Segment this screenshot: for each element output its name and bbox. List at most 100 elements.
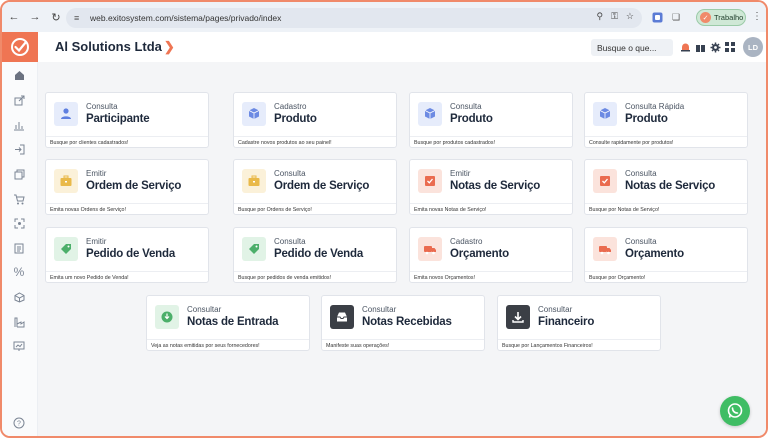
card-title: Ordem de Serviço xyxy=(86,180,182,192)
dashboard-main: Consulta Participante Busque por clientes … xyxy=(38,62,766,436)
percent-icon[interactable]: % xyxy=(12,265,26,279)
tag-icon xyxy=(242,237,266,261)
user-avatar[interactable]: LD xyxy=(743,37,763,57)
package-icon[interactable] xyxy=(12,290,26,304)
card-subtitle: Consulta xyxy=(625,169,657,178)
card-title: Notas de Serviço xyxy=(625,180,716,192)
shortcut-card[interactable]: Consulta Ordem de Serviço Busque por Orden… xyxy=(233,159,397,215)
shortcut-card[interactable]: Cadastro Orçamento Emita novos Orçamentos! xyxy=(409,227,573,283)
card-title: Notas Recebidas xyxy=(362,316,452,328)
card-subtitle: Emitir xyxy=(86,169,107,178)
card-subtitle: Consulta Rápida xyxy=(625,102,685,111)
shortcut-card[interactable]: Emitir Pedido de Venda Emita um novo Pedid… xyxy=(45,227,209,283)
apps-grid-icon[interactable] xyxy=(724,41,736,53)
document-icon[interactable] xyxy=(12,241,26,255)
card-description: Consulte rapidamente por produtos! xyxy=(585,136,747,148)
card-title: Notas de Entrada xyxy=(187,316,279,328)
app-logo-icon[interactable] xyxy=(2,32,38,62)
truck-icon xyxy=(418,237,442,261)
forward-icon[interactable]: → xyxy=(26,8,44,26)
card-description: Busque por Notas de Serviço! xyxy=(585,203,747,215)
card-title: Produto xyxy=(450,113,493,125)
box-icon xyxy=(418,102,442,126)
app-window: ← → ↻ ≡ web.exitosystem.com/sistema/page… xyxy=(0,0,768,438)
shortcut-card[interactable]: Consulta Produto Busque por produtos cadas… xyxy=(409,92,573,148)
whatsapp-chat-button[interactable] xyxy=(720,396,750,426)
card-description: Emita novas Notas de Serviço! xyxy=(410,203,572,215)
tag-icon xyxy=(54,237,78,261)
password-key-icon[interactable]: ⚿ xyxy=(611,11,618,22)
shortcut-card[interactable]: Consulta Participante Busque por clientes … xyxy=(45,92,209,148)
card-title: Orçamento xyxy=(625,248,684,260)
address-bar[interactable]: ≡ web.exitosystem.com/sistema/pages/priv… xyxy=(66,8,642,28)
card-title: Pedido de Venda xyxy=(274,248,364,260)
browser-menu-icon[interactable]: ⋮ xyxy=(752,11,762,22)
reload-icon[interactable]: ↻ xyxy=(47,8,65,26)
card-subtitle: Cadastro xyxy=(274,102,307,111)
card-description: Emita novos Orçamentos! xyxy=(410,271,572,283)
card-subtitle: Cadastro xyxy=(450,237,483,246)
shortcut-card[interactable]: Consulta Orçamento Busque por Orçamento! xyxy=(584,227,748,283)
export-icon[interactable] xyxy=(12,93,26,107)
card-subtitle: Consulta xyxy=(86,102,118,111)
profile-chip[interactable]: ✓ Trabalho xyxy=(696,9,746,26)
card-description: Busque por produtos cadastrados! xyxy=(410,136,572,148)
card-description: Busque por Lançamentos Financeiros! xyxy=(498,339,660,351)
shortcut-card[interactable]: Emitir Notas de Serviço Emita novas Notas … xyxy=(409,159,573,215)
box-icon xyxy=(593,102,617,126)
chart-icon[interactable] xyxy=(12,118,26,132)
cart-icon[interactable] xyxy=(12,192,26,206)
bookmark-star-icon[interactable]: ☆ xyxy=(626,11,634,22)
home-icon[interactable] xyxy=(12,68,26,82)
box-icon xyxy=(242,102,266,126)
help-icon[interactable]: ? xyxy=(12,416,26,430)
gift-icon[interactable] xyxy=(694,41,706,53)
card-description: Busque por Orçamento! xyxy=(585,271,747,283)
shortcut-card[interactable]: Consulta Pedido de Venda Busque por pedido… xyxy=(233,227,397,283)
download-icon xyxy=(506,305,530,329)
shortcut-card[interactable]: Consultar Financeiro Busque por Lançamento… xyxy=(497,295,661,351)
card-description: Busque por pedidos de venda emitidos! xyxy=(234,271,396,283)
shortcut-card[interactable]: Consultar Notas de Entrada Veja as notas e… xyxy=(146,295,310,351)
back-icon[interactable]: ← xyxy=(5,8,23,26)
app-header: Al Solutions Ltda❯ LD xyxy=(38,32,766,62)
card-title: Pedido de Venda xyxy=(86,248,176,260)
user-icon xyxy=(54,102,78,126)
whatsapp-icon xyxy=(727,403,743,418)
card-subtitle: Consulta xyxy=(274,237,306,246)
scan-icon[interactable] xyxy=(12,216,26,230)
url-text: web.exitosystem.com/sistema/pages/privad… xyxy=(90,13,282,23)
factory-icon[interactable] xyxy=(12,315,26,329)
search-input[interactable] xyxy=(591,39,673,56)
card-subtitle: Emitir xyxy=(450,169,471,178)
zoom-icon[interactable]: ⚲ xyxy=(596,11,603,22)
card-subtitle: Consulta xyxy=(625,237,657,246)
site-settings-icon[interactable]: ≡ xyxy=(74,13,86,23)
shortcut-card[interactable]: Consulta Rápida Produto Consulte rapidamen… xyxy=(584,92,748,148)
chevron-right-icon: ❯ xyxy=(163,39,175,54)
card-title: Financeiro xyxy=(538,316,595,328)
card-subtitle: Consultar xyxy=(362,305,397,314)
receipt-icon xyxy=(593,169,617,193)
shortcut-card[interactable]: Cadastro Produto Cadastre novos produtos a… xyxy=(233,92,397,148)
company-name: Al Solutions Ltda xyxy=(55,39,162,54)
browser-toolbar: ← → ↻ ≡ web.exitosystem.com/sistema/page… xyxy=(2,2,766,32)
login-icon[interactable] xyxy=(12,142,26,156)
card-description: Manifeste suas operações! xyxy=(322,339,484,351)
shortcut-card[interactable]: Consultar Notas Recebidas Manifeste suas o… xyxy=(321,295,485,351)
presentation-icon[interactable] xyxy=(12,339,26,353)
card-title: Produto xyxy=(625,113,668,125)
card-subtitle: Consultar xyxy=(187,305,222,314)
extension-icon[interactable] xyxy=(650,10,664,24)
shortcut-card[interactable]: Emitir Ordem de Serviço Emita novas Ordens… xyxy=(45,159,209,215)
shortcut-card[interactable]: Consulta Notas de Serviço Busque por Notas… xyxy=(584,159,748,215)
card-title: Orçamento xyxy=(450,248,509,260)
sidebar: % ? xyxy=(2,32,38,436)
truck-icon xyxy=(593,237,617,261)
settings-gear-icon[interactable] xyxy=(709,41,721,53)
copy-icon[interactable] xyxy=(12,167,26,181)
extensions-puzzle-icon[interactable]: ❏ xyxy=(669,10,683,24)
card-description: Busque por clientes cadastrados! xyxy=(46,136,208,148)
company-selector[interactable]: Al Solutions Ltda ❯ xyxy=(55,39,175,55)
notification-bell-icon[interactable] xyxy=(679,41,691,53)
